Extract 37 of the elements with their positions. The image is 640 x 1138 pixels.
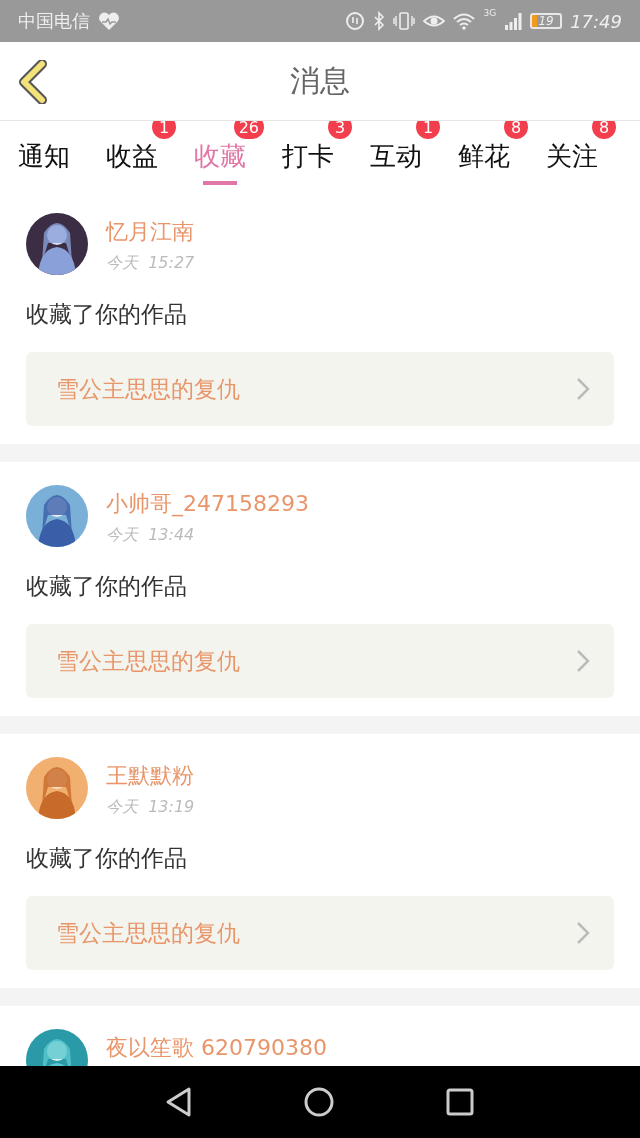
carrier-name: 中国电信 [18,9,90,33]
message-text: 收藏了你的作品 [26,300,188,329]
work-link[interactable]: 雪公主思思的复仇 [26,352,614,426]
heart-icon [98,11,120,31]
user-name[interactable]: 小帅哥_247158293 [106,489,309,519]
count-badge: 8 [504,121,528,139]
back-icon[interactable] [165,1086,193,1118]
message-time: 今天 13:19 [106,797,195,818]
home-icon[interactable] [303,1086,335,1118]
message-time: 今天 13:44 [106,525,196,546]
back-icon[interactable] [18,60,48,104]
work-link[interactable]: 雪公主思思的复仇 [26,624,614,698]
clock-time: 17:49 [570,10,622,32]
vibrate-icon [393,11,416,31]
chevron-right-icon [576,921,590,945]
chevron-right-icon [576,649,590,673]
count-badge: 26 [233,121,264,139]
bluetooth-icon [373,11,386,31]
page-title: 消息 [290,61,350,100]
tab[interactable]: 通知 [0,125,88,185]
message-text: 收藏了你的作品 [26,844,188,873]
count-badge: 8 [592,121,616,139]
battery-icon: 19 [530,13,563,29]
count-badge: 1 [416,121,440,139]
user-name[interactable]: 忆月江南 [106,217,195,247]
count-badge: 3 [328,121,352,139]
user-name[interactable]: 夜以笙歌 620790380 [106,1033,327,1063]
message-time: 今天 15:27 [106,253,195,274]
message-text: 收藏了你的作品 [26,572,188,601]
count-badge: 1 [152,121,176,139]
recents-icon[interactable] [445,1087,475,1117]
user-name[interactable]: 王默默粉 [106,761,195,791]
network-type: 3G [483,8,497,18]
work-link[interactable]: 雪公主思思的复仇 [26,896,614,970]
chevron-right-icon [576,377,590,401]
signal-icon [504,12,523,30]
wifi-icon [453,12,476,30]
